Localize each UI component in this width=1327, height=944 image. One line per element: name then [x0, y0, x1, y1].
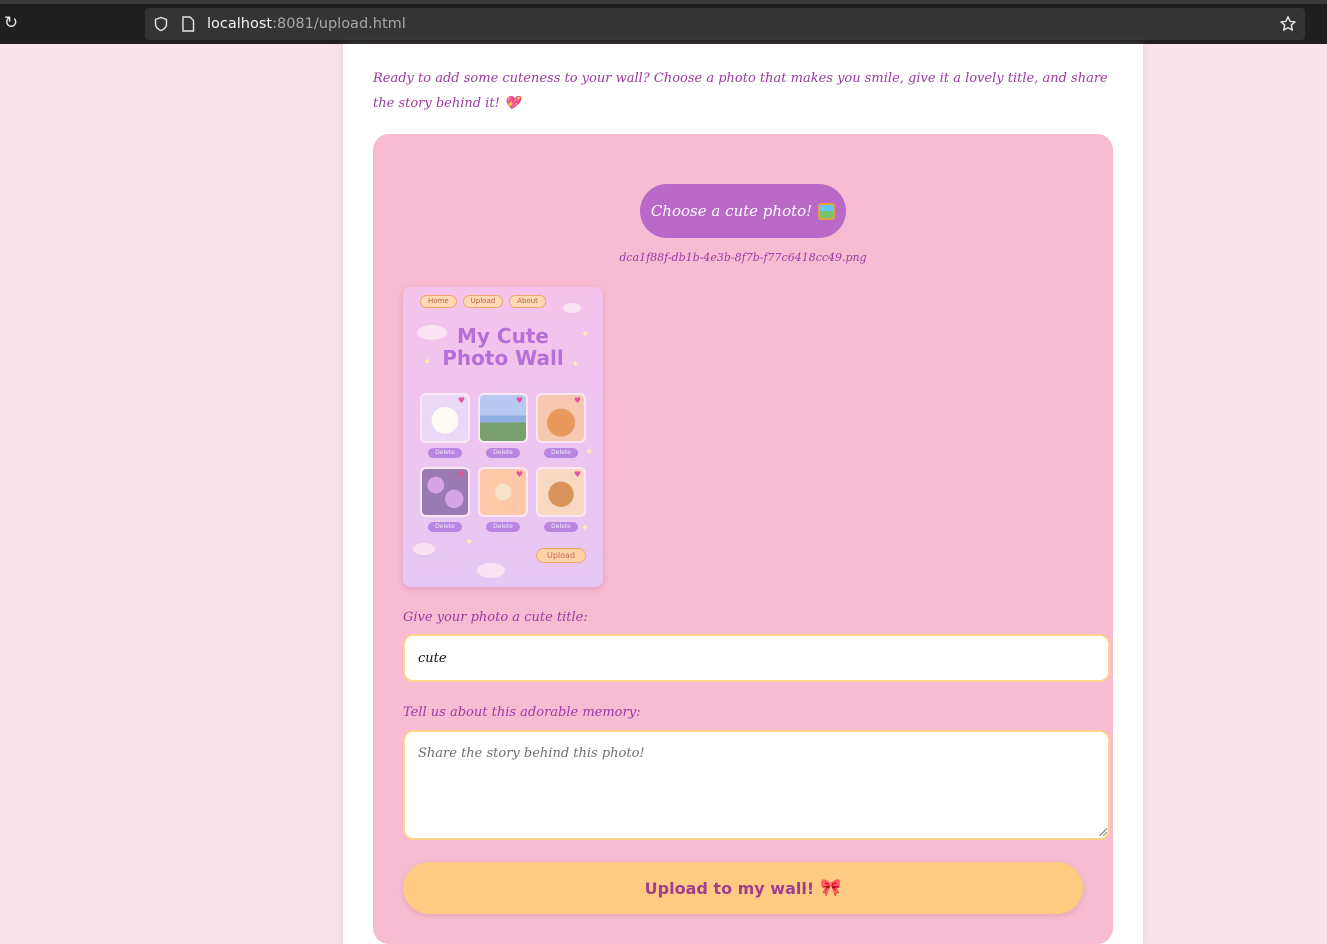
- resize-grip-icon[interactable]: [1098, 827, 1107, 836]
- preview-photo-card: ♥ Delete: [478, 467, 528, 533]
- title-label: Give your photo a cute title:: [403, 610, 588, 625]
- page-icon: [182, 16, 195, 32]
- preview-nav-home: Home: [420, 295, 457, 308]
- cloud-decoration: [413, 543, 435, 555]
- kitten-photo: ♥: [536, 393, 586, 443]
- heart-icon: ♥: [457, 470, 465, 479]
- selected-filename: dca1f88f-db1b-4e3b-8f7b-f77c6418cc49.png: [619, 251, 867, 264]
- title-input[interactable]: [403, 634, 1110, 682]
- heart-icon: ♥: [573, 470, 581, 479]
- photo-preview: ✦ ✦ ✦ ✦ ✦ ✦ Home Upload About My Cute Ph…: [403, 287, 603, 587]
- heart-icon: ♥: [515, 396, 523, 405]
- preview-photo-card: ♥ Delete: [420, 393, 470, 459]
- upload-submit-label: Upload to my wall!: [644, 878, 815, 898]
- heart-icon: ♥: [515, 470, 523, 479]
- cupcake-photo: ♥: [478, 467, 528, 517]
- story-textarea[interactable]: [403, 730, 1110, 840]
- preview-delete: Delete: [428, 522, 462, 532]
- lake-photo: ♥: [478, 393, 528, 443]
- framed-picture-icon: [818, 202, 836, 220]
- intro-text: Ready to add some cuteness to your wall?…: [373, 71, 1108, 111]
- choose-photo-label: Choose a cute photo!: [650, 202, 813, 220]
- preview-photo-card: ♥ Delete: [536, 393, 586, 459]
- sparkle-icon: ✦: [465, 537, 474, 548]
- flowers-photo: ♥: [420, 467, 470, 517]
- cloud-decoration: [563, 303, 581, 313]
- heart-icon: ♥: [573, 396, 581, 405]
- preview-delete: Delete: [544, 522, 578, 532]
- preview-delete: Delete: [428, 448, 462, 458]
- url-text[interactable]: localhost:8081/upload.html: [207, 16, 406, 32]
- preview-photo-card: ♥ Delete: [536, 467, 586, 533]
- preview-nav-about: About: [509, 295, 546, 308]
- preview-delete: Delete: [544, 448, 578, 458]
- preview-title: My Cute Photo Wall: [403, 325, 603, 369]
- preview-delete: Delete: [486, 522, 520, 532]
- shield-icon[interactable]: [153, 16, 169, 32]
- bookmark-star-icon[interactable]: [1279, 15, 1297, 33]
- address-bar[interactable]: localhost:8081/upload.html: [145, 8, 1305, 40]
- cloud-decoration: [477, 563, 505, 578]
- heart-icon: ♥: [457, 396, 465, 405]
- preview-title-line2: Photo Wall: [442, 346, 564, 370]
- upload-page: Ready to add some cuteness to your wall?…: [343, 44, 1143, 944]
- upload-form: Choose a cute photo! dca1f88f-db1b-4e3b-…: [373, 134, 1113, 944]
- preview-nav-upload: Upload: [462, 295, 504, 308]
- preview-delete: Delete: [486, 448, 520, 458]
- preview-photo-grid: ♥ Delete ♥ Delete ♥ Delete ♥ Delete ♥ De…: [420, 393, 588, 533]
- preview-photo-card: ♥ Delete: [478, 393, 528, 459]
- puppy-photo: ♥: [420, 393, 470, 443]
- preview-upload: Upload: [536, 548, 586, 563]
- upload-submit-button[interactable]: Upload to my wall! 🎀: [403, 862, 1083, 914]
- teddy-bear-photo: ♥: [536, 467, 586, 517]
- ribbon-bow-icon: 🎀: [820, 878, 842, 898]
- story-label: Tell us about this adorable memory:: [403, 705, 641, 720]
- preview-title-line1: My Cute: [457, 324, 549, 348]
- choose-photo-button[interactable]: Choose a cute photo!: [640, 184, 846, 238]
- preview-nav: Home Upload About: [420, 295, 546, 308]
- reload-icon[interactable]: ↻: [2, 14, 20, 32]
- preview-photo-card: ♥ Delete: [420, 467, 470, 533]
- browser-toolbar: ↻ localhost:8081/upload.html: [0, 0, 1327, 44]
